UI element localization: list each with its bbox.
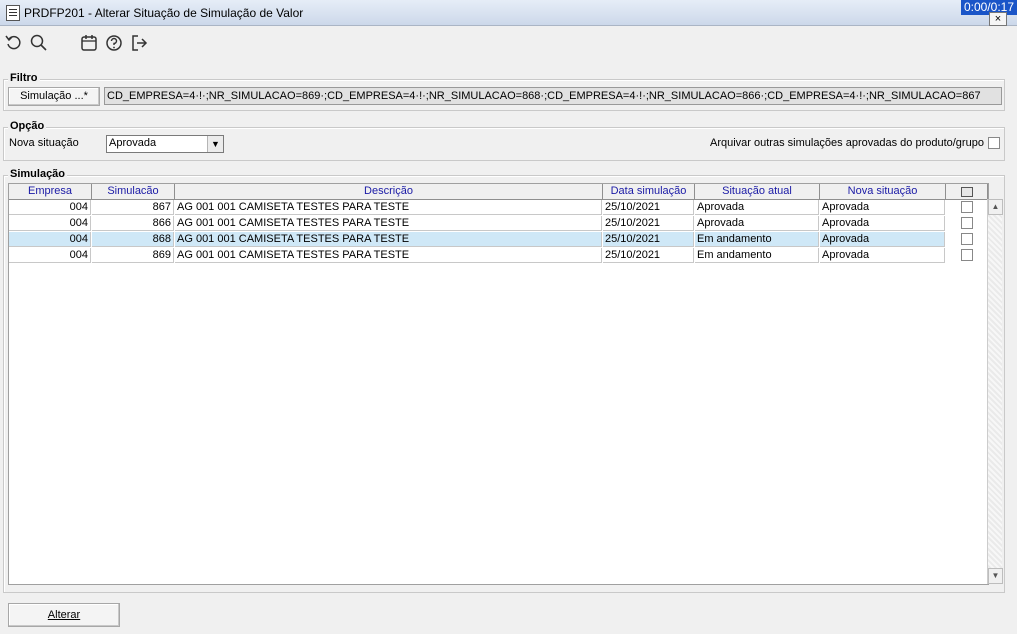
cell-empresa[interactable]: 004 [9, 216, 91, 231]
window-title: PRDFP201 - Alterar Situação de Simulação… [24, 6, 304, 20]
help-icon[interactable] [104, 33, 124, 53]
row-checkbox[interactable] [961, 217, 973, 229]
opcao-legend: Opção [8, 120, 47, 132]
cell-situacao-atual[interactable]: Em andamento [695, 248, 819, 263]
cell-nova-situacao[interactable]: Aprovada [820, 216, 945, 231]
refresh-icon[interactable] [4, 33, 24, 53]
filter-expression-field[interactable]: CD_EMPRESA=4·!·;NR_SIMULACAO=869·;CD_EMP… [104, 87, 1002, 105]
cell-nova-situacao[interactable]: Aprovada [820, 248, 945, 263]
exit-icon[interactable] [129, 33, 149, 53]
table-row[interactable]: 004 866 AG 001 001 CAMISETA TESTES PARA TE… [9, 216, 973, 232]
cell-descricao[interactable]: AG 001 001 CAMISETA TESTES PARA TESTE [175, 248, 602, 263]
cell-data-simulacao[interactable]: 25/10/2021 [603, 248, 694, 263]
cell-simulacao[interactable]: 867 [92, 200, 174, 215]
cell-nova-situacao[interactable]: Aprovada [820, 232, 945, 247]
arquivar-checkbox[interactable] [988, 137, 1000, 149]
filtro-legend: Filtro [8, 72, 40, 84]
table-row[interactable]: 004 869 AG 001 001 CAMISETA TESTES PARA TE… [9, 248, 973, 264]
alterar-button[interactable]: Alterar [8, 603, 120, 627]
cell-descricao[interactable]: AG 001 001 CAMISETA TESTES PARA TESTE [175, 216, 602, 231]
select-all-checkbox[interactable] [960, 187, 973, 197]
nova-situacao-value: Aprovada [109, 137, 157, 149]
row-checkbox[interactable] [961, 201, 973, 213]
grid-header: Empresa Simulacão Descrição Data simulaç… [9, 184, 988, 200]
col-nova-situacao[interactable]: Nova situação [820, 184, 946, 200]
toolbar [0, 26, 1017, 60]
col-data-simulacao[interactable]: Data simulação [603, 184, 695, 200]
cell-empresa[interactable]: 004 [9, 248, 91, 263]
table-row[interactable]: 004 867 AG 001 001 CAMISETA TESTES PARA TE… [9, 200, 973, 216]
scroll-down-icon[interactable]: ▼ [988, 568, 1003, 584]
cell-empresa[interactable]: 004 [9, 200, 91, 215]
simulacao-filter-button[interactable]: Simulação ...* [8, 87, 100, 106]
nova-situacao-select[interactable]: Aprovada ▼ [106, 135, 224, 153]
chevron-down-icon[interactable]: ▼ [207, 136, 223, 152]
cell-situacao-atual[interactable]: Em andamento [695, 232, 819, 247]
cell-data-simulacao[interactable]: 25/10/2021 [603, 216, 694, 231]
cell-simulacao[interactable]: 868 [92, 232, 174, 247]
cell-simulacao[interactable]: 869 [92, 248, 174, 263]
cell-situacao-atual[interactable]: Aprovada [695, 200, 819, 215]
nova-situacao-label: Nova situação [9, 137, 79, 149]
table-row[interactable]: 004 868 AG 001 001 CAMISETA TESTES PARA TE… [9, 232, 973, 248]
document-icon [6, 5, 20, 21]
grid-scrollbar[interactable]: ▲ ▼ [987, 199, 1003, 584]
col-empresa[interactable]: Empresa [9, 184, 92, 200]
cell-data-simulacao[interactable]: 25/10/2021 [603, 200, 694, 215]
col-select-all[interactable] [946, 184, 988, 200]
title-bar: PRDFP201 - Alterar Situação de Simulação… [0, 0, 1017, 26]
arquivar-label: Arquivar outras simulações aprovadas do … [710, 137, 984, 149]
alterar-label: Alterar [47, 609, 81, 621]
simulacao-legend: Simulação [8, 168, 68, 180]
col-simulacao[interactable]: Simulacão [92, 184, 175, 200]
cell-empresa[interactable]: 004 [9, 232, 91, 247]
calendar-icon[interactable] [79, 33, 99, 53]
row-checkbox[interactable] [961, 249, 973, 261]
col-situacao-atual[interactable]: Situação atual [695, 184, 820, 200]
close-button[interactable]: × [989, 12, 1007, 26]
simulacao-grid: Empresa Simulacão Descrição Data simulaç… [8, 183, 989, 585]
cell-nova-situacao[interactable]: Aprovada [820, 200, 945, 215]
scroll-up-icon[interactable]: ▲ [988, 199, 1003, 215]
row-checkbox[interactable] [961, 233, 973, 245]
cell-situacao-atual[interactable]: Aprovada [695, 216, 819, 231]
cell-descricao[interactable]: AG 001 001 CAMISETA TESTES PARA TESTE [175, 232, 602, 247]
col-descricao[interactable]: Descrição [175, 184, 603, 200]
cell-data-simulacao[interactable]: 25/10/2021 [603, 232, 694, 247]
cell-simulacao[interactable]: 866 [92, 216, 174, 231]
search-icon[interactable] [29, 33, 49, 53]
cell-descricao[interactable]: AG 001 001 CAMISETA TESTES PARA TESTE [175, 200, 602, 215]
